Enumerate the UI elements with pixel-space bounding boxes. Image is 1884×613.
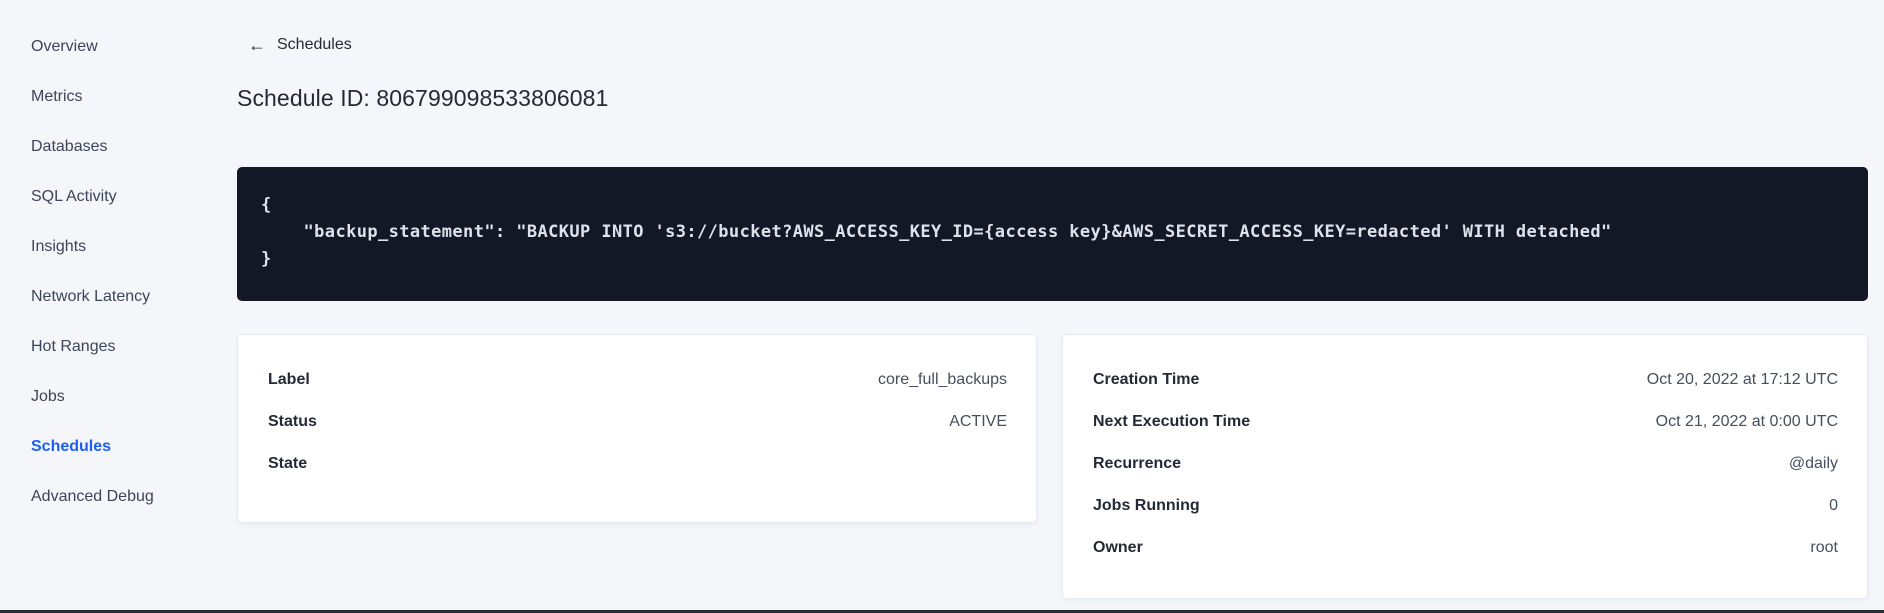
sidebar-item-insights[interactable]: Insights — [0, 222, 196, 272]
detail-row: State — [268, 443, 1007, 485]
detail-row: Jobs Running 0 — [1093, 485, 1838, 527]
detail-row: Status ACTIVE — [268, 401, 1007, 443]
back-link-label: Schedules — [277, 36, 352, 53]
page-title: Schedule ID: 806799098533806081 — [237, 85, 609, 111]
sidebar-item-schedules[interactable]: Schedules — [0, 422, 196, 472]
sidebar-item-label: Advanced Debug — [31, 488, 154, 505]
sidebar-item-label: Databases — [31, 138, 108, 155]
sidebar-item-label: Hot Ranges — [31, 338, 116, 355]
detail-row-label: Status — [268, 413, 317, 430]
detail-row: Recurrence @daily — [1093, 443, 1838, 485]
sidebar-item-databases[interactable]: Databases — [0, 122, 196, 172]
sidebar-item-overview[interactable]: Overview — [0, 22, 196, 72]
detail-row: Owner root — [1093, 527, 1838, 569]
detail-row-value: Oct 20, 2022 at 17:12 UTC — [1646, 371, 1838, 388]
detail-row-value: core_full_backups — [878, 371, 1007, 388]
detail-row: Label core_full_backups — [268, 359, 1007, 401]
main-content: ← Schedules Schedule ID: 806799098533806… — [196, 0, 1884, 613]
detail-row: Creation Time Oct 20, 2022 at 17:12 UTC — [1093, 359, 1838, 401]
detail-row-label: Label — [268, 371, 310, 388]
sidebar-item-hot-ranges[interactable]: Hot Ranges — [0, 322, 196, 372]
sidebar-item-label: Metrics — [31, 88, 83, 105]
detail-row-label: Creation Time — [1093, 371, 1200, 388]
arrow-left-icon: ← — [248, 35, 266, 55]
schedule-timing-card: Creation Time Oct 20, 2022 at 17:12 UTC … — [1062, 334, 1868, 599]
sidebar-item-jobs[interactable]: Jobs — [0, 372, 196, 422]
sidebar-item-label: SQL Activity — [31, 188, 117, 205]
detail-row-label: Owner — [1093, 539, 1143, 556]
schedule-summary-card: Label core_full_backups Status ACTIVE St… — [237, 334, 1037, 523]
sidebar-item-metrics[interactable]: Metrics — [0, 72, 196, 122]
detail-row-label: Next Execution Time — [1093, 413, 1251, 430]
sidebar: Overview Metrics Databases SQL Activity … — [0, 0, 196, 613]
detail-row-value: root — [1810, 539, 1838, 556]
sidebar-item-label: Network Latency — [31, 288, 151, 305]
sidebar-item-sql-activity[interactable]: SQL Activity — [0, 172, 196, 222]
sidebar-item-network-latency[interactable]: Network Latency — [0, 272, 196, 322]
detail-row-value: 0 — [1829, 497, 1838, 514]
sidebar-item-label: Overview — [31, 38, 98, 55]
detail-cards: Label core_full_backups Status ACTIVE St… — [237, 334, 1868, 599]
detail-row: Next Execution Time Oct 21, 2022 at 0:00… — [1093, 401, 1838, 443]
detail-row-value: Oct 21, 2022 at 0:00 UTC — [1655, 413, 1838, 430]
back-link[interactable]: ← Schedules — [248, 36, 352, 54]
detail-row-label: Recurrence — [1093, 455, 1182, 472]
page: Overview Metrics Databases SQL Activity … — [0, 0, 1884, 613]
detail-row-value: ACTIVE — [949, 413, 1007, 430]
detail-row-value: @daily — [1788, 455, 1838, 472]
schedule-definition-code: { "backup_statement": "BACKUP INTO 's3:/… — [237, 167, 1868, 301]
detail-row-label: Jobs Running — [1093, 497, 1200, 514]
sidebar-item-label: Schedules — [31, 438, 112, 455]
sidebar-item-label: Insights — [31, 238, 87, 255]
sidebar-item-label: Jobs — [31, 388, 65, 405]
detail-row-label: State — [268, 455, 308, 472]
sidebar-item-advanced-debug[interactable]: Advanced Debug — [0, 472, 196, 522]
